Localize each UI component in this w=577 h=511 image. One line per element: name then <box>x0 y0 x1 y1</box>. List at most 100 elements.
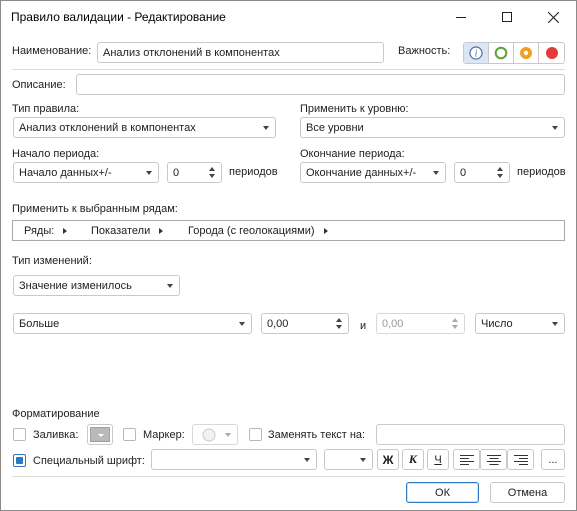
chevron-down-icon <box>146 171 152 175</box>
replace-text-checkbox[interactable] <box>249 428 262 441</box>
condition-value1-stepper[interactable]: 0,00 <box>261 313 349 334</box>
ok-button[interactable]: ОК <box>406 482 479 503</box>
align-right-icon <box>513 454 528 465</box>
chevron-right-icon <box>63 227 68 234</box>
align-center-button[interactable] <box>480 449 507 470</box>
window-title: Правило валидации - Редактирование <box>11 10 226 24</box>
change-type-select[interactable]: Значение изменилось <box>13 275 180 296</box>
font-size-select[interactable] <box>324 449 373 470</box>
info-icon: i <box>469 46 483 60</box>
chevron-down-icon <box>552 322 558 326</box>
more-font-options-button[interactable]: ... <box>541 449 565 470</box>
condition-value2-stepper[interactable]: 0,00 <box>376 313 465 334</box>
italic-button[interactable]: К <box>402 449 424 470</box>
breadcrumb-label: Показатели <box>91 224 151 237</box>
rule-type-value: Анализ отклонений в компонентах <box>19 122 196 134</box>
period-start-mode: Начало данных+/- <box>19 167 112 179</box>
importance-red-option[interactable] <box>539 43 564 63</box>
marker-select[interactable] <box>192 424 238 445</box>
apply-level-value: Все уровни <box>306 122 364 134</box>
rule-type-select[interactable]: Анализ отклонений в компонентах <box>13 117 276 138</box>
apply-rows-breadcrumb[interactable]: Ряды: Показатели Города (с геолокациями) <box>12 220 565 241</box>
maximize-icon <box>502 12 512 22</box>
importance-info-option[interactable]: i <box>464 43 489 63</box>
close-icon <box>547 11 559 23</box>
close-button[interactable] <box>530 1 576 33</box>
svg-text:i: i <box>475 49 478 60</box>
bold-icon: Ж <box>382 452 394 467</box>
underline-icon: Ч <box>434 453 442 466</box>
separator <box>12 69 565 70</box>
importance-label: Важность: <box>398 45 451 57</box>
spin-down-icon[interactable] <box>497 174 503 178</box>
chevron-down-icon <box>239 322 245 326</box>
period-end-select[interactable]: Окончание данных+/- <box>300 162 446 183</box>
more-label: ... <box>548 453 558 466</box>
marker-checkbox[interactable] <box>123 428 136 441</box>
breadcrumb-label: Города (с геолокациями) <box>188 224 315 237</box>
italic-icon: К <box>408 452 418 466</box>
breadcrumb-item-cities[interactable]: Города (с геолокациями) <box>188 221 328 240</box>
special-font-checkbox[interactable] <box>13 454 26 467</box>
font-family-select[interactable] <box>151 449 317 470</box>
condition-value-type: Число <box>481 318 513 330</box>
orange-circle-icon <box>520 47 532 59</box>
chevron-down-icon <box>552 126 558 130</box>
breadcrumb-item-rows[interactable]: Ряды: <box>24 221 68 240</box>
condition-operator-value: Больше <box>19 318 60 330</box>
condition-value-type-select[interactable]: Число <box>475 313 565 334</box>
spin-up-icon[interactable] <box>452 318 458 322</box>
importance-orange-option[interactable] <box>514 43 539 63</box>
chevron-right-icon <box>323 227 328 234</box>
breadcrumb-item-indicators[interactable]: Показатели <box>91 221 164 240</box>
period-start-select[interactable]: Начало данных+/- <box>13 162 159 183</box>
underline-button[interactable]: Ч <box>427 449 449 470</box>
chevron-down-icon <box>304 458 310 462</box>
spin-down-icon[interactable] <box>452 325 458 329</box>
description-input[interactable] <box>76 74 565 95</box>
green-circle-icon <box>494 46 508 60</box>
marker-label: Маркер: <box>143 429 185 441</box>
cancel-label: Отмена <box>507 486 548 499</box>
spin-up-icon[interactable] <box>336 318 342 322</box>
breadcrumb-label: Ряды: <box>24 224 55 237</box>
spin-down-icon[interactable] <box>209 174 215 178</box>
description-label: Описание: <box>12 79 66 91</box>
fill-label: Заливка: <box>33 429 79 441</box>
importance-selector: i <box>463 42 565 64</box>
condition-value2: 0,00 <box>382 318 404 330</box>
ok-label: ОК <box>435 486 450 499</box>
minimize-icon <box>456 17 466 18</box>
cancel-button[interactable]: Отмена <box>490 482 565 503</box>
minimize-button[interactable] <box>438 1 484 33</box>
period-start-unit: периодов <box>229 166 278 178</box>
period-end-unit: периодов <box>517 166 566 178</box>
fill-color-picker[interactable] <box>87 424 113 445</box>
change-type-value: Значение изменилось <box>19 280 132 292</box>
apply-level-label: Применить к уровню: <box>300 103 409 115</box>
period-start-count: 0 <box>173 167 180 179</box>
apply-rows-label: Применить к выбранным рядам: <box>12 203 178 215</box>
fill-checkbox[interactable] <box>13 428 26 441</box>
period-end-count-stepper[interactable]: 0 <box>454 162 510 183</box>
align-left-button[interactable] <box>453 449 480 470</box>
condition-and-label: и <box>360 320 367 332</box>
condition-operator-select[interactable]: Больше <box>13 313 252 334</box>
name-input[interactable]: Анализ отклонений в компонентах <box>97 42 384 63</box>
chevron-down-icon <box>360 458 366 462</box>
condition-value1: 0,00 <box>267 318 289 330</box>
name-value: Анализ отклонений в компонентах <box>103 47 280 59</box>
replace-text-input[interactable] <box>376 424 565 445</box>
align-right-button[interactable] <box>507 449 534 470</box>
rule-type-label: Тип правила: <box>12 103 80 115</box>
bold-button[interactable]: Ж <box>377 449 399 470</box>
spin-up-icon[interactable] <box>497 167 503 171</box>
spin-down-icon[interactable] <box>336 325 342 329</box>
maximize-button[interactable] <box>484 1 530 33</box>
spin-up-icon[interactable] <box>209 167 215 171</box>
chevron-down-icon <box>98 434 104 437</box>
apply-level-select[interactable]: Все уровни <box>300 117 565 138</box>
chevron-down-icon <box>167 284 173 288</box>
importance-green-option[interactable] <box>489 43 514 63</box>
period-start-count-stepper[interactable]: 0 <box>167 162 222 183</box>
